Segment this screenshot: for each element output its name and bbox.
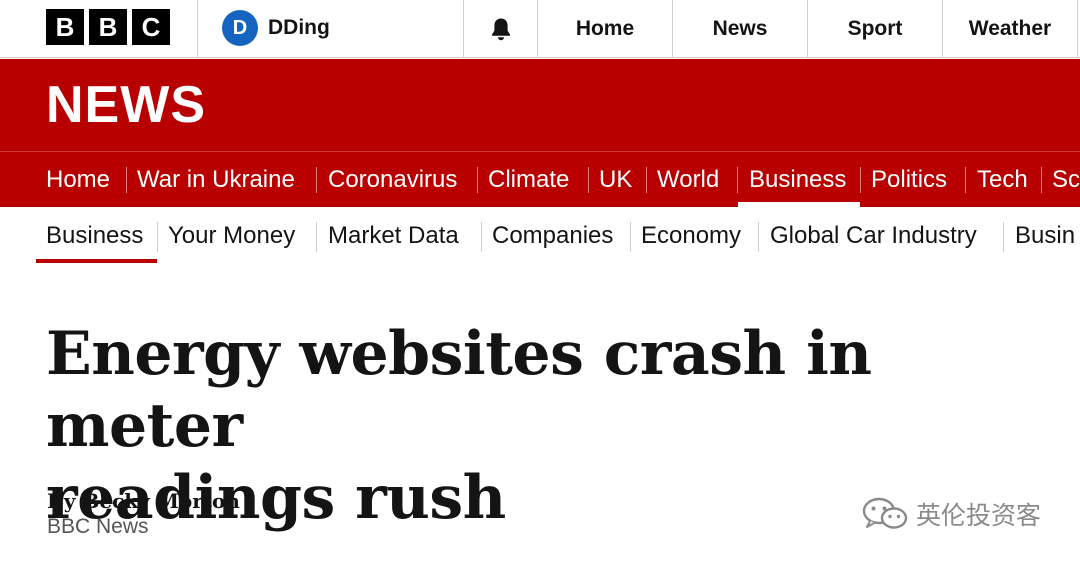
nav-separator — [646, 167, 647, 193]
logo-letter-c: C — [132, 9, 170, 45]
secondary-nav-companies[interactable]: Companies — [492, 208, 613, 264]
nav-separator — [126, 167, 127, 193]
secondary-nav-market-data[interactable]: Market Data — [328, 208, 459, 264]
primary-nav-world[interactable]: World — [657, 152, 719, 208]
bbc-logo[interactable]: B B C — [46, 9, 170, 45]
global-nav-weather[interactable]: Weather — [943, 0, 1077, 58]
news-wordmark[interactable]: NEWS — [46, 77, 206, 133]
news-section-banner: NEWS — [0, 59, 1080, 151]
primary-nav-science[interactable]: Sc — [1052, 152, 1080, 208]
global-nav-sport[interactable]: Sport — [808, 0, 942, 58]
secondary-nav-business[interactable]: Business — [46, 208, 143, 264]
global-nav-home[interactable]: Home — [538, 0, 672, 58]
primary-nav-climate[interactable]: Climate — [488, 152, 569, 208]
nav-separator — [1041, 167, 1042, 193]
primary-nav-coronavirus[interactable]: Coronavirus — [328, 152, 457, 208]
watermark: 英伦投资客 — [862, 496, 1041, 532]
secondary-nav-economy[interactable]: Economy — [641, 208, 741, 264]
nav-separator — [860, 167, 861, 193]
primary-nav: Home War in Ukraine Coronavirus Climate … — [0, 151, 1080, 207]
nav-separator — [1003, 222, 1004, 252]
nav-separator — [965, 167, 966, 193]
primary-nav-war-in-ukraine[interactable]: War in Ukraine — [137, 152, 295, 208]
global-nav-news[interactable]: News — [673, 0, 807, 58]
nav-separator — [481, 222, 482, 252]
secondary-nav-business-more[interactable]: Busin — [1015, 208, 1075, 264]
wechat-icon — [862, 497, 908, 529]
primary-nav-tech[interactable]: Tech — [977, 152, 1028, 208]
secondary-nav-global-car-industry[interactable]: Global Car Industry — [770, 208, 977, 264]
nav-separator — [477, 167, 478, 193]
primary-nav-politics[interactable]: Politics — [871, 152, 947, 208]
nav-separator — [588, 167, 589, 193]
nav-separator — [157, 222, 158, 252]
primary-nav-home[interactable]: Home — [46, 152, 110, 208]
nav-separator — [737, 167, 738, 193]
avatar: D — [222, 10, 258, 46]
secondary-nav-your-money[interactable]: Your Money — [168, 208, 295, 264]
nav-separator — [758, 222, 759, 252]
account-name: DDing — [268, 16, 330, 39]
secondary-nav: Business Your Money Market Data Companie… — [0, 208, 1080, 268]
headline-line-1: Energy websites crash in meter — [46, 319, 872, 461]
primary-nav-active-indicator — [738, 202, 860, 207]
nav-separator — [630, 222, 631, 252]
watermark-text: 英伦投资客 — [916, 501, 1042, 530]
byline-author: By Becky Morton — [47, 489, 240, 513]
header-divider — [1077, 0, 1078, 58]
nav-separator — [316, 222, 317, 252]
primary-nav-business[interactable]: Business — [749, 152, 846, 208]
nav-separator — [316, 167, 317, 193]
header-divider — [197, 0, 198, 58]
primary-nav-uk[interactable]: UK — [599, 152, 632, 208]
byline-outlet: BBC News — [47, 515, 149, 538]
account-link[interactable]: D DDing — [222, 10, 330, 46]
global-header: B B C D DDing Home News Sport Weather — [0, 0, 1080, 58]
bell-icon — [492, 18, 510, 41]
secondary-nav-active-indicator — [36, 259, 157, 263]
notifications-button[interactable] — [464, 0, 538, 58]
logo-letter-b1: B — [46, 9, 84, 45]
logo-letter-b2: B — [89, 9, 127, 45]
